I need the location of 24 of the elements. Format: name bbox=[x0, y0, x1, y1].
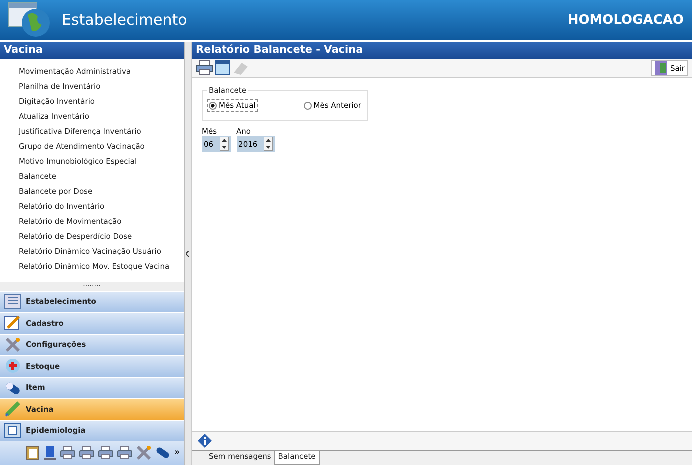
printer-icon[interactable] bbox=[60, 446, 76, 460]
spin-arrows-icon[interactable] bbox=[264, 137, 273, 151]
radio-button[interactable] bbox=[304, 102, 312, 110]
window-icon[interactable] bbox=[215, 60, 231, 76]
sidebar-title: Vacina bbox=[0, 42, 184, 59]
grid-icon bbox=[4, 292, 22, 311]
chevron-left-icon bbox=[186, 250, 190, 256]
radio-button[interactable] bbox=[209, 102, 217, 110]
spin-arrows-icon[interactable] bbox=[220, 137, 229, 151]
printer-icon[interactable] bbox=[98, 446, 114, 460]
tools-icon[interactable] bbox=[136, 445, 152, 461]
tools-icon bbox=[4, 336, 22, 354]
door-icon bbox=[654, 60, 668, 76]
app-title: Estabelecimento bbox=[62, 11, 188, 29]
pencil-icon bbox=[4, 314, 22, 332]
collapse-handle[interactable] bbox=[185, 250, 191, 258]
environment-label: HOMOLOGACAO bbox=[568, 12, 684, 28]
globe-window-icon bbox=[8, 1, 52, 39]
printer-icon[interactable] bbox=[117, 446, 134, 460]
monitor-icon[interactable] bbox=[43, 445, 58, 461]
overflow-button[interactable]: » bbox=[174, 448, 180, 458]
panel-title: Relatório Balancete - Vacina bbox=[192, 42, 692, 59]
printer-icon[interactable] bbox=[196, 60, 214, 76]
printer-icon[interactable] bbox=[79, 446, 96, 460]
